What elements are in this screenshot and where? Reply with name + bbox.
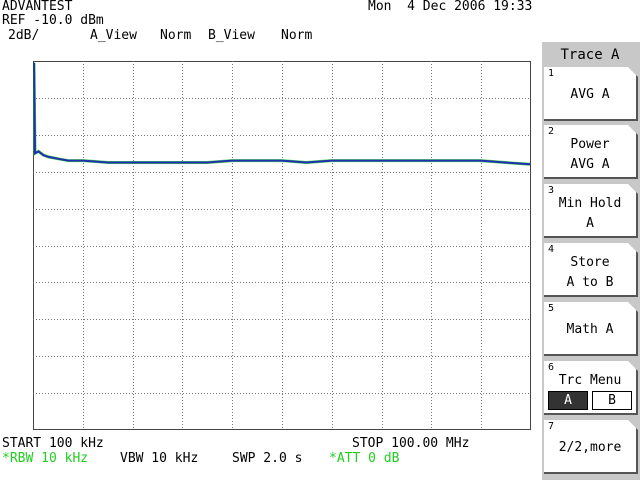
stop-frequency: STOP 100.00 MHz: [352, 436, 470, 451]
spectrum-graticule: [33, 61, 531, 430]
softkey-sublabel: A to B: [566, 275, 614, 290]
softkey-panel-title: Trace A: [560, 47, 620, 63]
start-frequency: START 100 kHz: [2, 436, 104, 451]
spectrum-plot: [33, 61, 531, 430]
trace-b-view-label: B_View: [208, 28, 255, 43]
trace-b-option[interactable]: B: [592, 391, 632, 410]
softkey-more[interactable]: 7 2/2,more: [544, 418, 638, 474]
softkey-label: Power: [570, 137, 610, 152]
softkey-store-a-to-b[interactable]: 4 Store A to B: [544, 241, 638, 297]
trace-a-option[interactable]: A: [548, 391, 588, 410]
softkey-label: Math A: [566, 322, 614, 337]
trace-a-view-label: A_View: [90, 28, 137, 43]
softkey-sublabel: AVG A: [570, 157, 610, 172]
trace-b-mode-label: Norm: [281, 28, 313, 43]
scale-per-division: 2dB/: [8, 28, 40, 43]
trace-a-mode-label: Norm: [160, 28, 192, 43]
softkey-number: 3: [548, 185, 555, 196]
softkey-label: AVG A: [570, 87, 610, 102]
softkey-avg-a[interactable]: 1 AVG A: [544, 65, 638, 121]
sweep-time: SWP 2.0 s: [232, 451, 303, 466]
softkey-number: 5: [548, 303, 555, 314]
softkey-number: 2: [548, 126, 555, 137]
brand-label: ADVANTEST: [2, 0, 73, 14]
softkey-sublabel: A: [586, 216, 594, 231]
softkey-label: Min Hold: [558, 196, 622, 211]
softkey-number: 6: [548, 362, 555, 373]
reference-level: REF -10.0 dBm: [2, 13, 104, 28]
datetime-label: Mon 4 Dec 2006 19:33: [368, 0, 533, 14]
softkey-label: 2/2,more: [558, 440, 622, 455]
softkey-trc-menu[interactable]: 6 Trc Menu A B: [544, 359, 638, 415]
softkey-number: 4: [548, 244, 555, 255]
attenuation-setting: *ATT 0 dB: [329, 451, 400, 466]
softkey-power-avg-a[interactable]: 2 Power AVG A: [544, 123, 638, 179]
vbw-setting: VBW 10 kHz: [120, 451, 199, 466]
graticule-frame: [33, 61, 531, 430]
rbw-setting: *RBW 10 kHz: [2, 451, 89, 466]
softkey-label: Trc Menu: [558, 373, 622, 388]
softkey-number: 7: [548, 421, 555, 432]
softkey-math-a[interactable]: 5 Math A: [544, 300, 638, 356]
softkey-label: Store: [570, 255, 610, 270]
softkey-number: 1: [548, 68, 555, 79]
softkey-min-hold-a[interactable]: 3 Min Hold A: [544, 182, 638, 238]
